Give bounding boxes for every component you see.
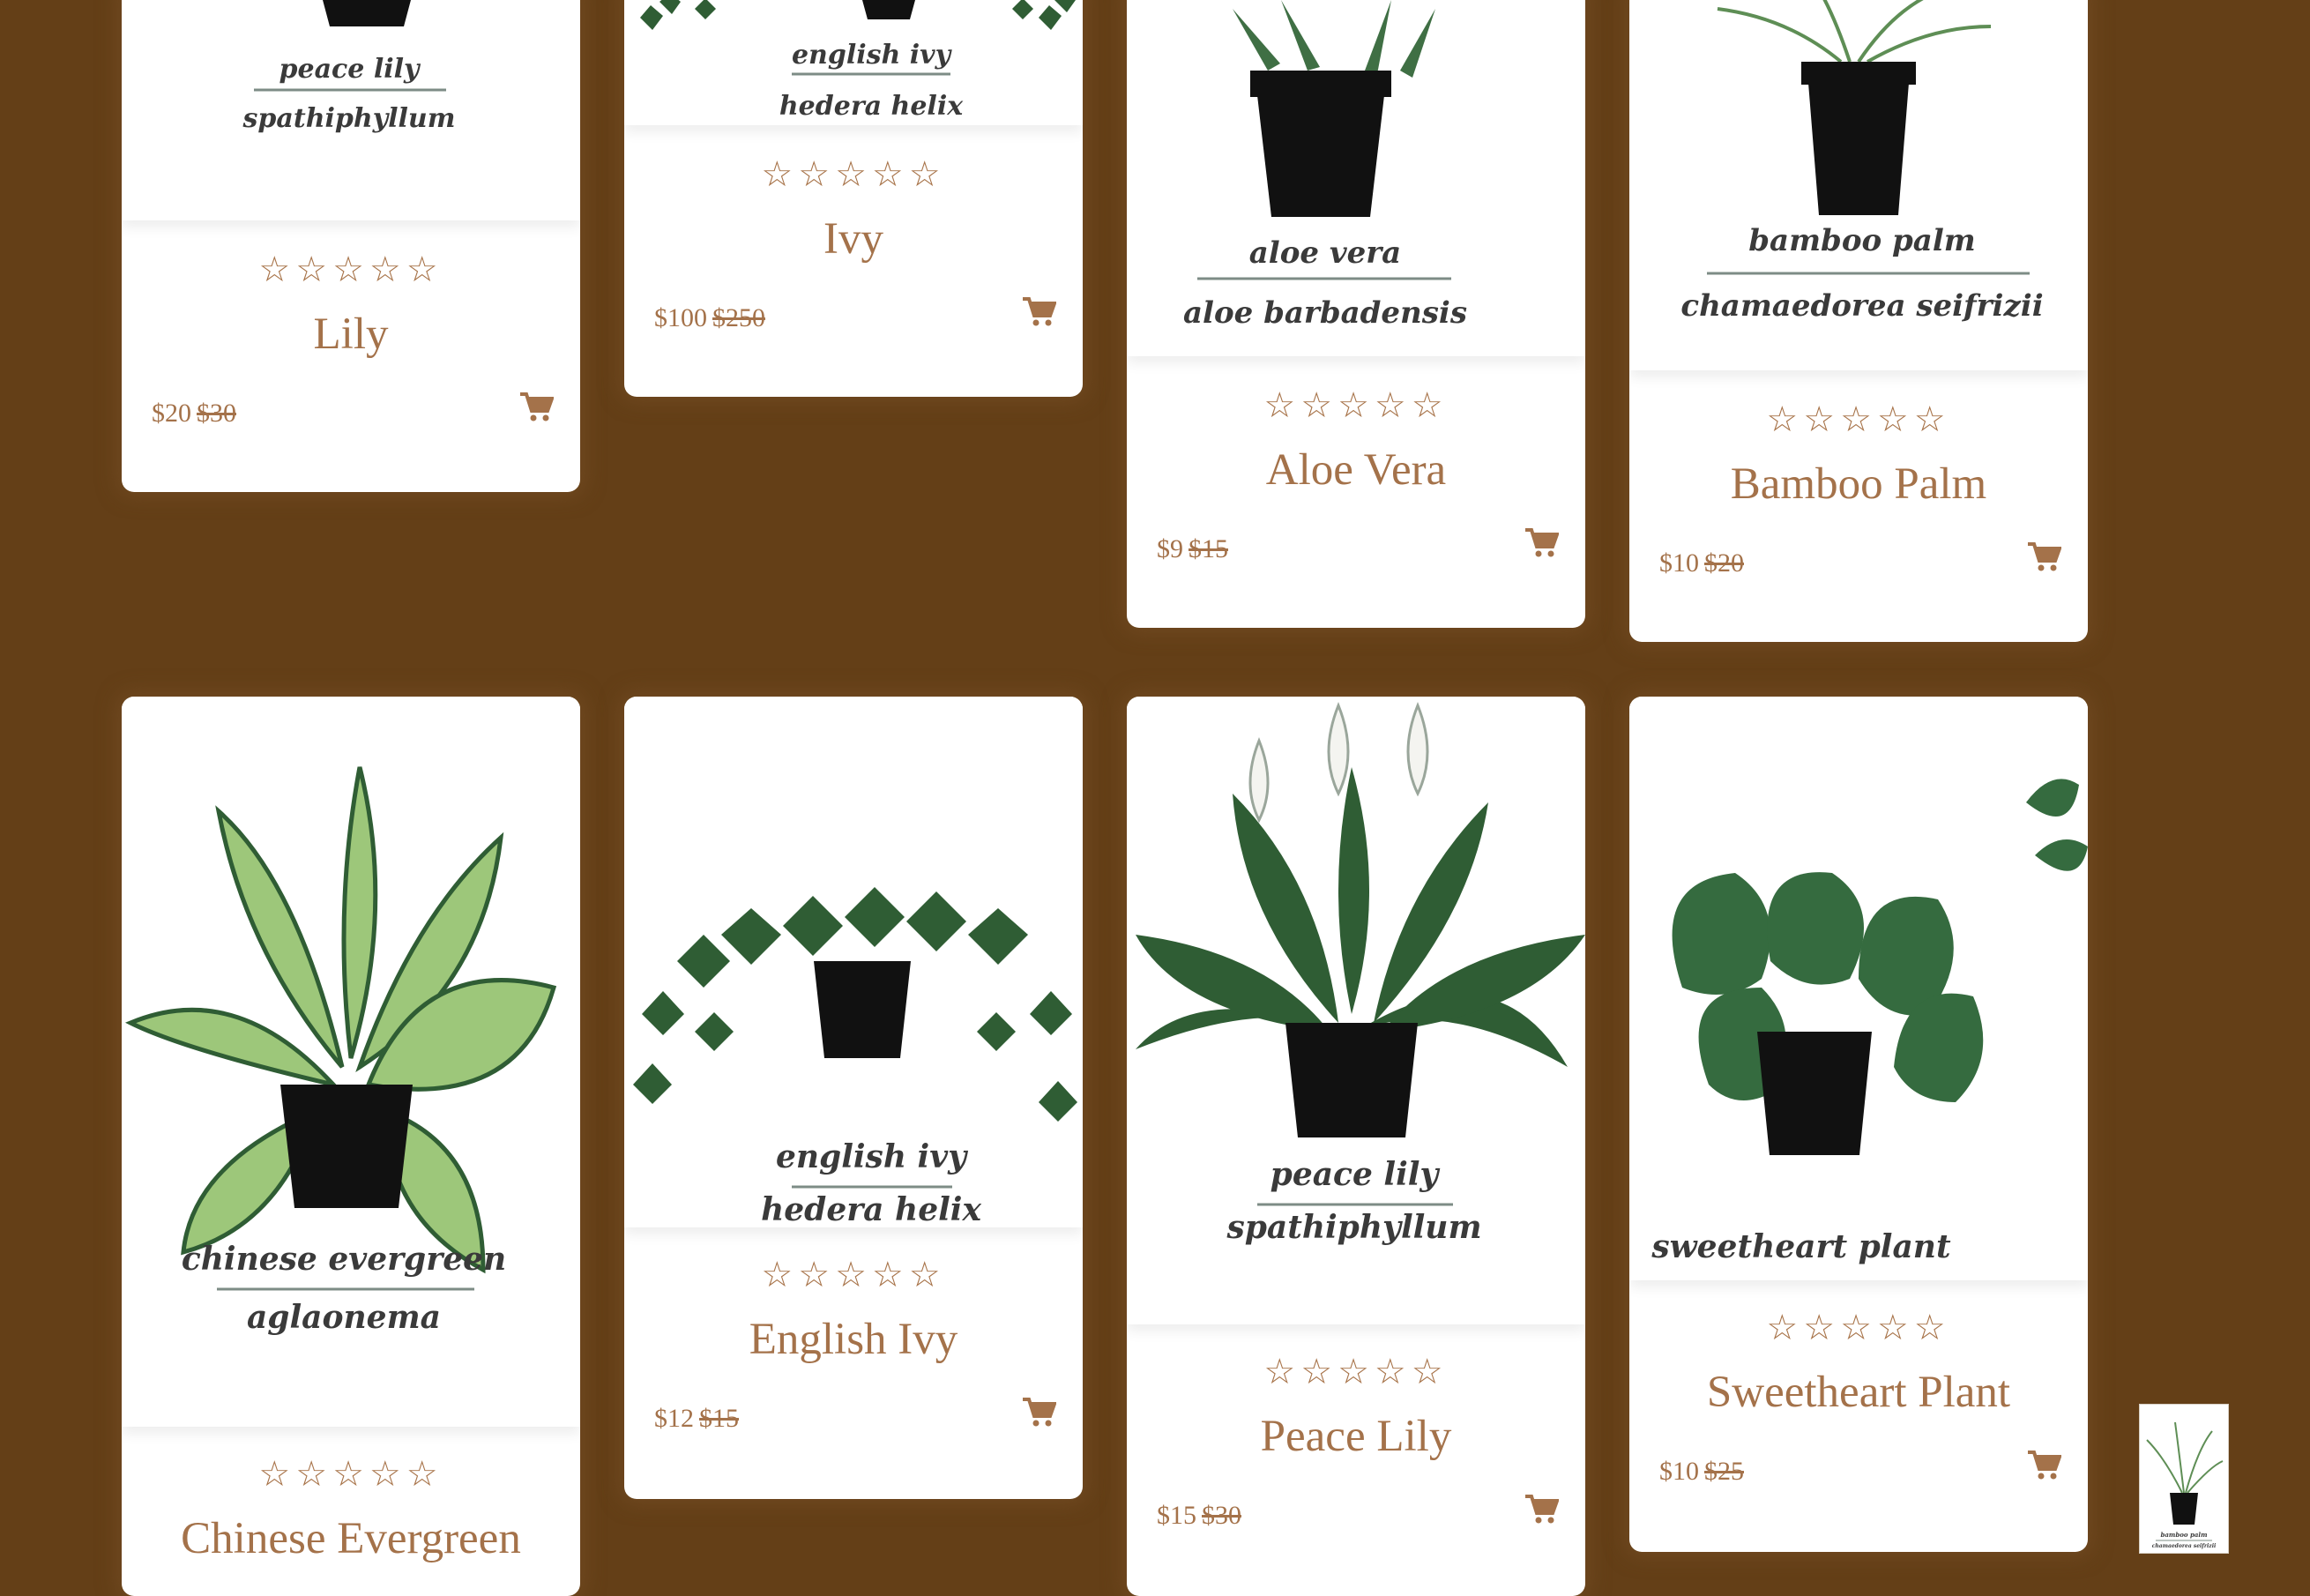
original-price: $20 <box>1704 548 1744 578</box>
svg-text:chamaedorea seifrizii: chamaedorea seifrizii <box>2152 1543 2217 1549</box>
svg-text:hedera helix: hedera helix <box>761 1191 981 1227</box>
product-price: $20 $30 <box>152 400 236 427</box>
rating-stars[interactable]: ☆☆☆☆☆ <box>1629 1310 2088 1346</box>
original-price: $15 <box>699 1404 739 1433</box>
svg-text:chamaedorea seifrizii: chamaedorea seifrizii <box>1680 288 2043 324</box>
shopping-cart-icon <box>1525 528 1560 557</box>
svg-text:peace lily: peace lily <box>279 54 421 85</box>
product-card-ivy[interactable]: english ivy hedera helix ☆☆☆☆☆ Ivy $100 $… <box>624 0 1083 397</box>
current-price: $10 <box>1659 548 1699 578</box>
add-to-cart-button[interactable] <box>1524 527 1560 559</box>
product-title[interactable]: Peace Lily <box>1127 1414 1585 1459</box>
shopping-cart-icon <box>1525 1495 1560 1524</box>
product-image-bamboo-palm[interactable]: bamboo palm chamaedorea seifrizii <box>1629 0 2088 370</box>
product-card-english-ivy[interactable]: english ivy hedera helix ☆☆☆☆☆ English I… <box>624 697 1083 1499</box>
add-to-cart-button[interactable] <box>2026 1450 2062 1481</box>
floating-product-thumbnail[interactable]: bamboo palm chamaedorea seifrizii <box>2139 1404 2229 1554</box>
svg-text:bamboo palm: bamboo palm <box>2160 1531 2207 1539</box>
svg-text:chinese evergreen: chinese evergreen <box>182 1241 506 1278</box>
add-to-cart-button[interactable] <box>1021 296 1057 328</box>
product-price: $9 $15 <box>1157 536 1228 563</box>
rating-stars[interactable]: ☆☆☆☆☆ <box>624 1257 1083 1293</box>
original-price: $25 <box>1704 1457 1744 1486</box>
product-image-english-ivy[interactable]: english ivy hedera helix <box>624 697 1083 1227</box>
add-to-cart-button[interactable] <box>2026 541 2062 573</box>
product-image-lily[interactable]: peace lily spathiphyllum <box>122 0 580 220</box>
original-price: $250 <box>712 303 765 332</box>
svg-text:english ivy: english ivy <box>792 40 953 71</box>
product-title[interactable]: Ivy <box>624 217 1083 262</box>
rating-stars[interactable]: ☆☆☆☆☆ <box>122 252 580 287</box>
product-card-chinese-evergreen[interactable]: chinese evergreen aglaonema ☆☆☆☆☆ Chines… <box>122 697 580 1596</box>
current-price: $100 <box>654 303 707 332</box>
original-price: $30 <box>1202 1501 1241 1530</box>
product-card-lily[interactable]: peace lily spathiphyllum ☆☆☆☆☆ Lily $20 $… <box>122 0 580 492</box>
svg-text:spathiphyllum: spathiphyllum <box>1226 1209 1481 1246</box>
svg-text:sweetheart plant: sweetheart plant <box>1651 1228 1951 1265</box>
svg-text:hedera helix: hedera helix <box>779 91 964 122</box>
add-to-cart-button[interactable] <box>1021 1397 1057 1428</box>
product-price: $10 $20 <box>1659 550 1744 577</box>
svg-text:peace lily: peace lily <box>1270 1156 1441 1193</box>
product-title[interactable]: Chinese Evergreen <box>122 1517 580 1562</box>
shopping-cart-icon <box>1023 1398 1057 1427</box>
add-to-cart-button[interactable] <box>1524 1494 1560 1525</box>
current-price: $12 <box>654 1404 694 1433</box>
product-title[interactable]: Sweetheart Plant <box>1629 1370 2088 1415</box>
product-title[interactable]: Bamboo Palm <box>1629 462 2088 507</box>
rating-stars[interactable]: ☆☆☆☆☆ <box>122 1457 580 1492</box>
product-card-peace-lily[interactable]: peace lily spathiphyllum ☆☆☆☆☆ Peace Lil… <box>1127 697 1585 1596</box>
shopping-cart-icon <box>520 392 555 421</box>
shopping-cart-icon <box>1023 297 1057 326</box>
svg-text:bamboo palm: bamboo palm <box>1748 223 1975 258</box>
rating-stars[interactable]: ☆☆☆☆☆ <box>1127 388 1585 423</box>
svg-text:spathiphyllum: spathiphyllum <box>242 103 456 134</box>
product-card-sweetheart-plant[interactable]: sweetheart plant ☆☆☆☆☆ Sweetheart Plant … <box>1629 697 2088 1552</box>
product-image-sweetheart-plant[interactable]: sweetheart plant <box>1629 697 2088 1280</box>
current-price: $10 <box>1659 1457 1699 1486</box>
original-price: $15 <box>1189 534 1228 563</box>
svg-text:english ivy: english ivy <box>776 1138 968 1175</box>
current-price: $15 <box>1157 1501 1196 1530</box>
product-card-aloe-vera[interactable]: aloe vera aloe barbadensis ☆☆☆☆☆ Aloe Ve… <box>1127 0 1585 628</box>
product-image-aloe-vera[interactable]: aloe vera aloe barbadensis <box>1127 0 1585 356</box>
rating-stars[interactable]: ☆☆☆☆☆ <box>1629 402 2088 437</box>
product-price: $10 $25 <box>1659 1458 1744 1485</box>
current-price: $20 <box>152 399 191 428</box>
current-price: $9 <box>1157 534 1183 563</box>
shopping-cart-icon <box>2028 1451 2062 1480</box>
product-title[interactable]: Aloe Vera <box>1127 448 1585 493</box>
svg-text:aglaonema: aglaonema <box>247 1299 441 1336</box>
product-image-chinese-evergreen[interactable]: chinese evergreen aglaonema <box>122 697 580 1427</box>
svg-text:aloe barbadensis: aloe barbadensis <box>1183 295 1467 331</box>
product-title[interactable]: Lily <box>122 312 580 357</box>
product-price: $100 $250 <box>654 305 765 332</box>
product-image-peace-lily[interactable]: peace lily spathiphyllum <box>1127 697 1585 1324</box>
add-to-cart-button[interactable] <box>518 392 555 423</box>
product-image-ivy[interactable]: english ivy hedera helix <box>624 0 1083 125</box>
rating-stars[interactable]: ☆☆☆☆☆ <box>1127 1354 1585 1390</box>
rating-stars[interactable]: ☆☆☆☆☆ <box>624 157 1083 192</box>
product-price: $15 $30 <box>1157 1503 1241 1529</box>
original-price: $30 <box>197 399 236 428</box>
svg-text:aloe vera: aloe vera <box>1249 235 1401 271</box>
product-title[interactable]: English Ivy <box>624 1317 1083 1362</box>
product-card-bamboo-palm[interactable]: bamboo palm chamaedorea seifrizii ☆☆☆☆☆ … <box>1629 0 2088 642</box>
product-price: $12 $15 <box>654 1406 739 1432</box>
shopping-cart-icon <box>2028 542 2062 571</box>
